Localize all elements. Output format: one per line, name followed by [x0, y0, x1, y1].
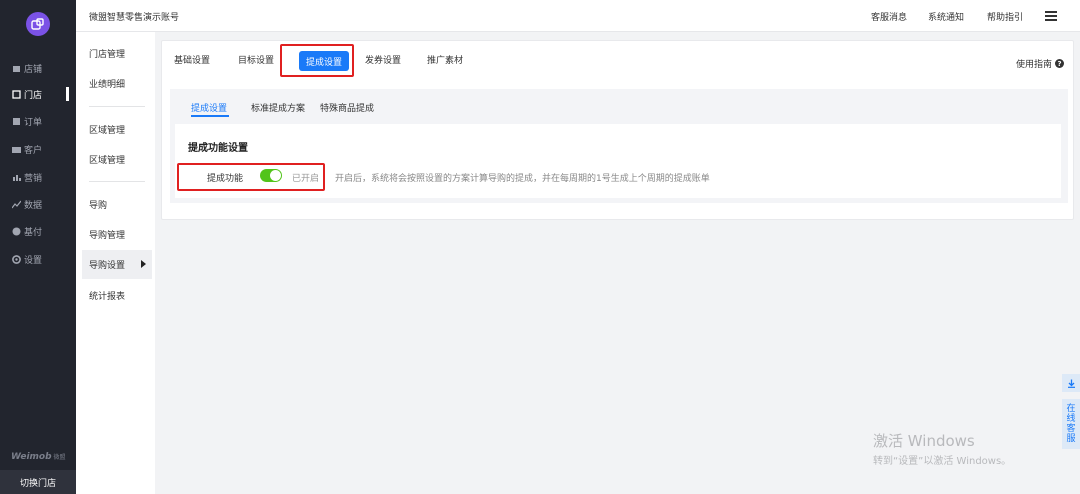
payment-icon	[12, 227, 21, 236]
rail-item-label: 订单	[24, 117, 43, 128]
question-icon: ?	[1055, 59, 1065, 68]
account-name: 微盟智慧零售演示账号	[89, 13, 180, 23]
app-logo-icon[interactable]	[26, 12, 50, 36]
brand-sub: 微盟	[53, 454, 66, 461]
subnav-group-store: 门店管理	[89, 50, 126, 60]
settings-icon	[12, 254, 21, 264]
rail-item-settings[interactable]: 设置	[12, 252, 42, 266]
help-guide-link[interactable]: 帮助指引	[987, 10, 1023, 23]
subtab-active-underline	[191, 115, 229, 117]
rail-item-label: 门店	[24, 90, 43, 101]
subnav-divider	[89, 181, 145, 182]
subnav-item-region[interactable]: 区域管理	[89, 153, 125, 166]
commission-description: 开启后，系统将会按照设置的方案计算导购的提成，并在每周期的1号生成上个周期的提成…	[335, 174, 710, 184]
tab-target[interactable]: 目标设置	[238, 53, 274, 66]
subnav-group-guide: 导购	[89, 201, 108, 211]
subnav-group-region: 区域管理	[89, 126, 126, 136]
tab-promo-material[interactable]: 推广素材	[427, 53, 463, 66]
subtab-commission[interactable]: 提成设置	[191, 101, 227, 114]
download-icon[interactable]	[1062, 374, 1080, 392]
subnav-item-stats[interactable]: 统计报表	[89, 289, 125, 302]
rail-item-payment[interactable]: 基付	[12, 224, 42, 238]
rail-item-store[interactable]: 店铺	[12, 61, 42, 75]
rail-item-label: 营销	[24, 173, 43, 184]
subtab-special-goods[interactable]: 特殊商品提成	[320, 101, 374, 114]
rail-item-label: 设置	[24, 255, 43, 266]
brand-name: Weimob	[11, 452, 52, 462]
panel-title: 提成功能设置	[188, 143, 248, 154]
rail-active-indicator	[66, 87, 69, 101]
subtab-standard-plan[interactable]: 标准提成方案	[251, 101, 305, 114]
rail-item-order[interactable]: 订单	[12, 114, 42, 128]
highlight-box-toggle	[177, 163, 325, 191]
store-icon	[12, 64, 21, 73]
customer-icon	[12, 145, 21, 154]
online-service-button[interactable]: 在线客服	[1062, 399, 1080, 449]
rail-item-shop[interactable]: 门店	[12, 87, 42, 101]
rail-item-label: 店铺	[24, 64, 43, 75]
rail-item-label: 客户	[24, 145, 43, 156]
marketing-icon	[12, 173, 21, 182]
main-card: 基础设置 目标设置 提成设置 发券设置 推广素材 使用指南 ? 提成设置 标准提…	[161, 40, 1074, 220]
system-notice-link[interactable]: 系统通知	[928, 10, 964, 23]
highlight-box-tab	[280, 44, 354, 77]
switch-store-button[interactable]: 切换门店	[0, 470, 76, 494]
caret-right-icon	[141, 260, 146, 268]
rail-item-customer[interactable]: 客户	[12, 142, 42, 156]
top-header: 微盟智慧零售演示账号 客服消息 系统通知 帮助指引	[76, 0, 1080, 32]
usage-guide-label: 使用指南	[1016, 60, 1053, 70]
tab-basic[interactable]: 基础设置	[174, 53, 210, 66]
shop-icon	[12, 89, 21, 99]
subnav-item-guide-manage[interactable]: 导购管理	[89, 228, 125, 241]
data-icon	[12, 200, 21, 209]
rail-item-label: 基付	[24, 227, 43, 238]
activation-watermark-title: 激活 Windows	[873, 432, 975, 450]
hamburger-menu-icon[interactable]	[1045, 11, 1057, 21]
rail-item-data[interactable]: 数据	[12, 197, 42, 211]
usage-guide-link[interactable]: 使用指南 ?	[1016, 57, 1065, 70]
subnav-divider	[89, 106, 145, 107]
secondary-sidebar: 门店管理 业绩明细 区域管理 区域管理 导购 导购管理 导购设置 统计报表	[76, 32, 155, 494]
tab-coupon[interactable]: 发券设置	[365, 53, 401, 66]
order-icon	[12, 117, 21, 126]
left-rail: 店铺 门店 订单 客户 营销 数据 基付 设置 Weimob 微盟 切换门店	[0, 0, 76, 494]
rail-item-label: 数据	[24, 200, 43, 211]
activation-watermark-text: 转到“设置”以激活 Windows。	[873, 456, 1012, 467]
brand-logo: Weimob 微盟	[11, 452, 66, 462]
subnav-item-performance[interactable]: 业绩明细	[89, 77, 125, 90]
customer-message-link[interactable]: 客服消息	[871, 10, 907, 23]
subnav-item-guide-settings[interactable]: 导购设置	[89, 258, 125, 271]
rail-item-marketing[interactable]: 营销	[12, 170, 42, 184]
